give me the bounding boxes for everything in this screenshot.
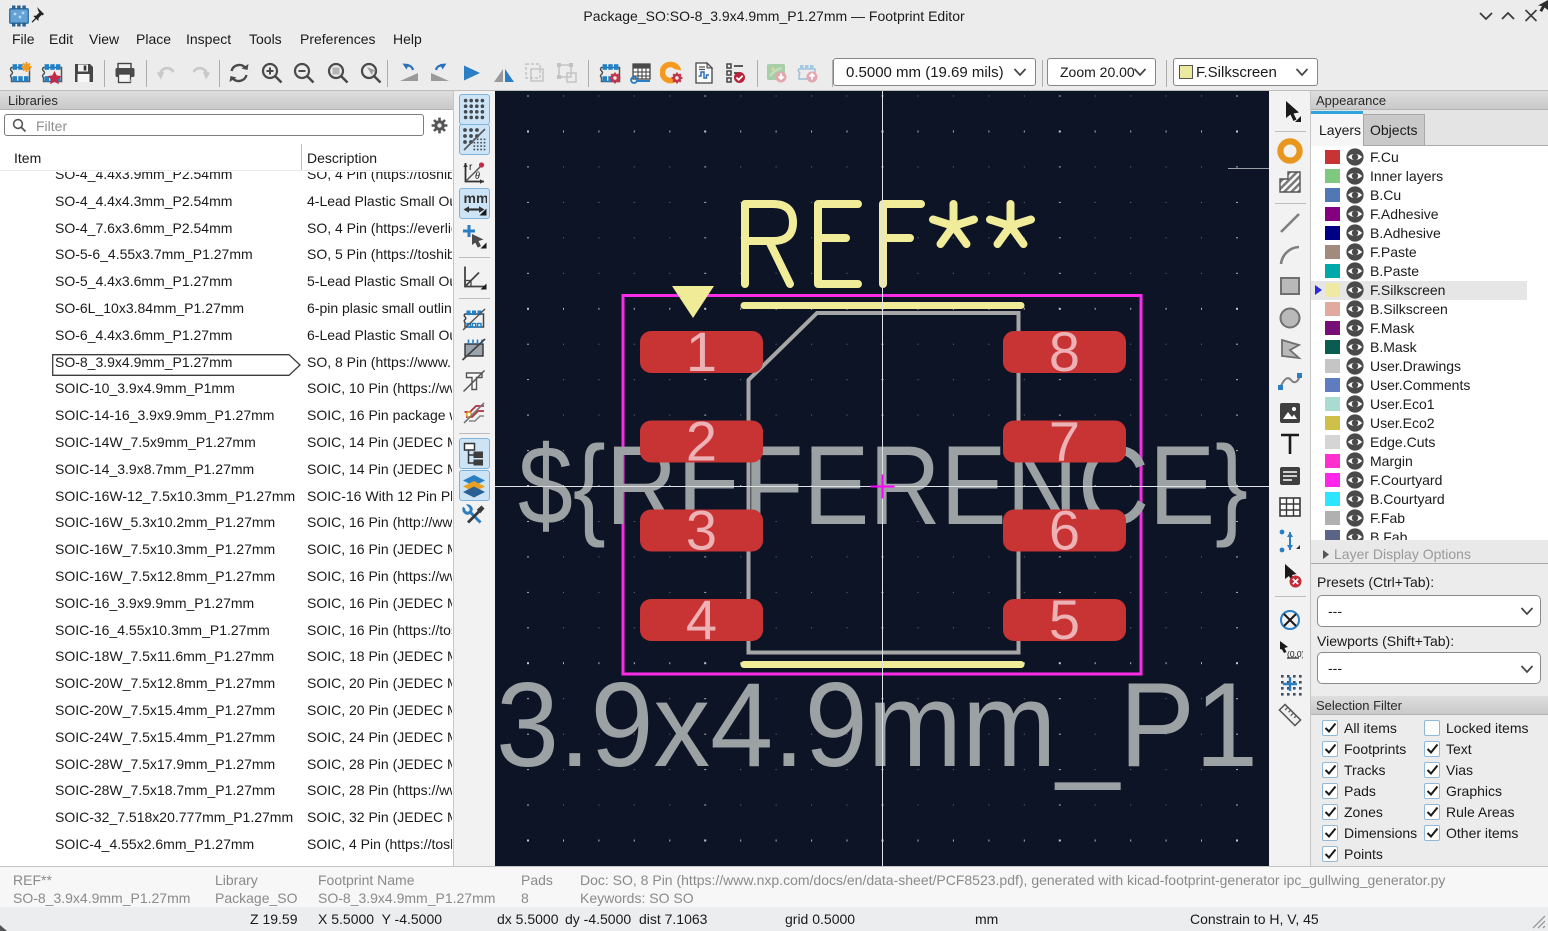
svg-text:3.9x4.9mm_P1: 3.9x4.9mm_P1: [496, 658, 1258, 792]
svg-text:7: 7: [1049, 410, 1080, 473]
svg-text:r: r: [469, 162, 473, 173]
svg-text:8: 8: [1049, 320, 1080, 383]
svg-text:3: 3: [686, 499, 717, 562]
svg-text:4: 4: [686, 588, 717, 651]
svg-text:5: 5: [1049, 588, 1080, 651]
svg-text:6: 6: [1049, 499, 1080, 562]
svg-text:1: 1: [686, 320, 717, 383]
svg-text:2: 2: [686, 410, 717, 473]
svg-text:mm: mm: [464, 190, 488, 206]
svg-text:θ: θ: [475, 171, 480, 182]
